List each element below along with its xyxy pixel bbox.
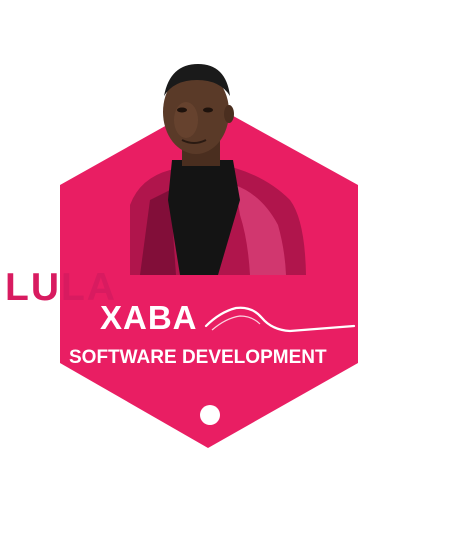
dot-icon — [200, 405, 220, 425]
tagline: SOFTWARE DEVELOPMENT — [69, 347, 327, 368]
brand-last-name: XABA — [100, 299, 198, 336]
